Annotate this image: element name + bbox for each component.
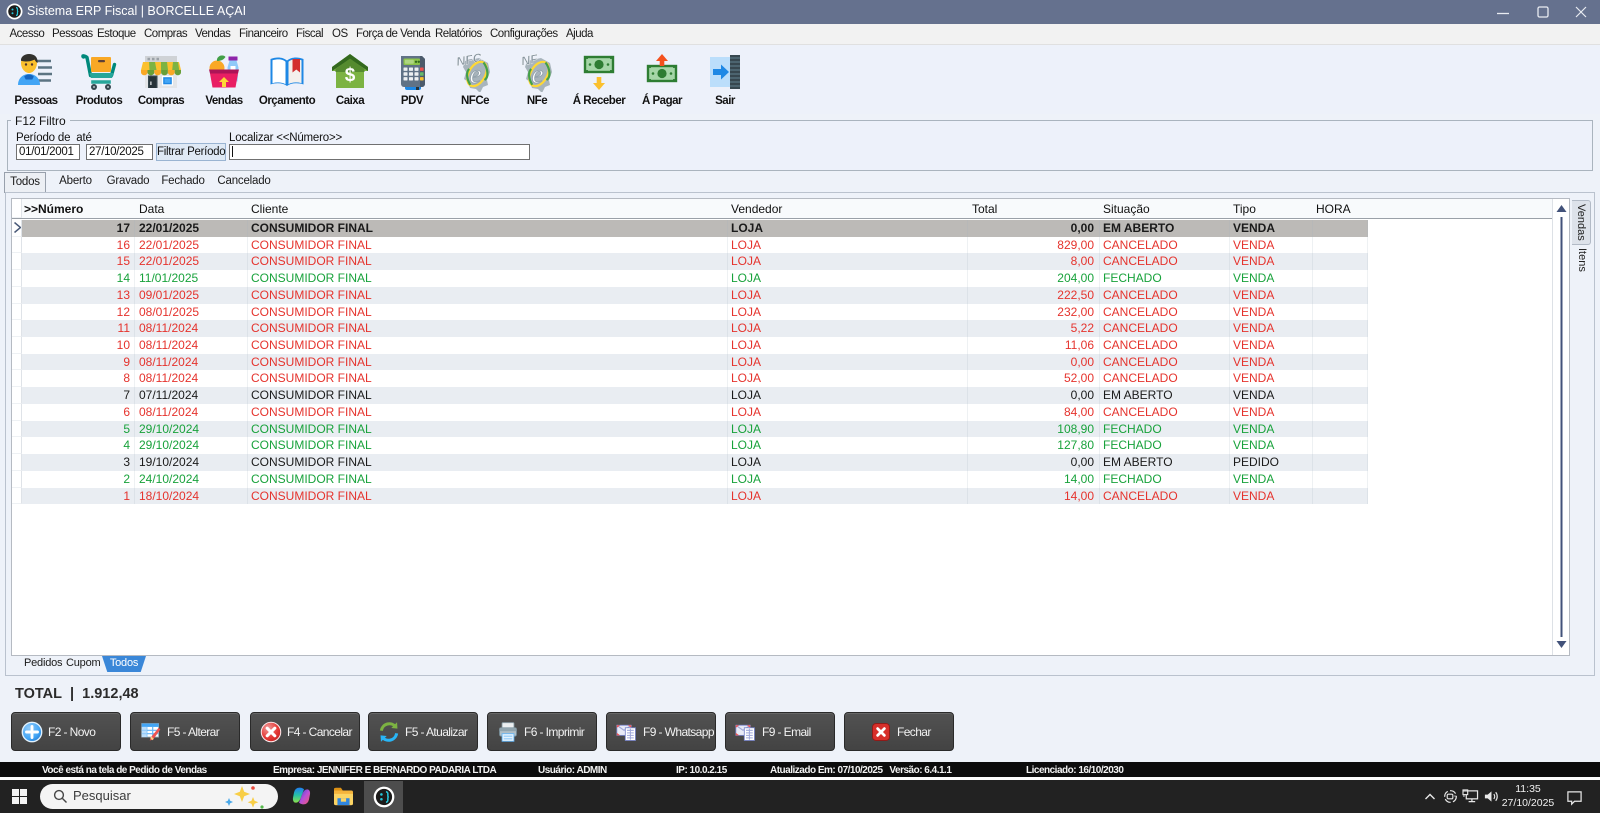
svg-text:e: e bbox=[470, 59, 482, 89]
svg-text:$: $ bbox=[345, 65, 356, 86]
svg-text:e: e bbox=[532, 59, 544, 89]
